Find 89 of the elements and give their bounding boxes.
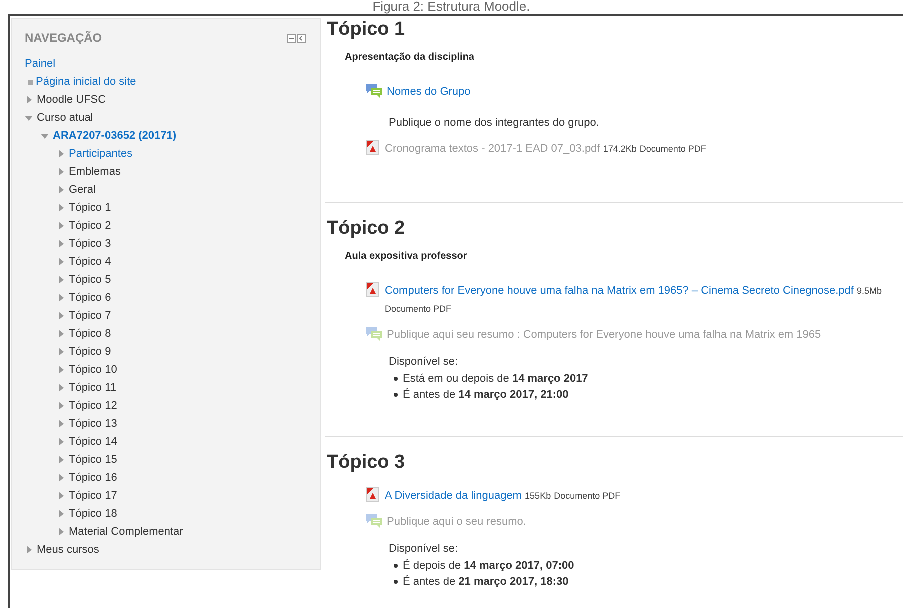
caret-right-icon[interactable]	[57, 204, 65, 212]
file-size: 155Kb	[525, 491, 552, 501]
caret-right-icon[interactable]	[57, 168, 65, 176]
section-summary: Aula expositiva professor	[344, 250, 468, 264]
caret-right-icon[interactable]	[57, 528, 65, 536]
nav-item[interactable]: Tópico 2	[69, 218, 112, 234]
caret-right-icon[interactable]	[57, 348, 65, 356]
caret-right-icon[interactable]	[57, 456, 65, 464]
caret-right-icon[interactable]	[57, 366, 65, 374]
nav-item[interactable]: Tópico 4	[69, 254, 112, 270]
caret-right-icon[interactable]	[57, 294, 65, 302]
availability-heading: Disponível se:	[389, 542, 460, 557]
figure-caption: Figura 2: Estrutura Moodle.	[372, 0, 530, 14]
nav-item[interactable]: Material Complementar	[69, 524, 184, 540]
caret-right-icon[interactable]	[25, 546, 33, 554]
nav-item[interactable]: Geral	[69, 182, 96, 198]
nav-item[interactable]: Meus cursos	[37, 542, 100, 558]
caret-right-icon[interactable]	[57, 402, 65, 410]
nav-item[interactable]: Tópico 8	[69, 326, 112, 342]
nav-item[interactable]: Tópico 6	[69, 290, 112, 306]
nav-item[interactable]: Tópico 14	[69, 434, 118, 450]
bullet-icon	[394, 376, 398, 381]
caret-right-icon[interactable]	[57, 510, 65, 518]
availability-condition: É antes de 14 março 2017, 21:00	[403, 388, 569, 403]
caret-right-icon[interactable]	[25, 96, 33, 104]
pdf-file-icon	[365, 282, 381, 298]
caret-right-icon[interactable]	[57, 330, 65, 338]
nav-link[interactable]: ARA7207-03652 (20171)	[53, 128, 177, 144]
bullet-icon	[394, 393, 398, 398]
caret-right-icon[interactable]	[57, 420, 65, 428]
block-title: NAVEGAÇÃO	[25, 30, 102, 47]
chat-bubbles-icon	[365, 83, 383, 99]
section-title: Tópico 2	[326, 217, 406, 241]
file-size: 174.2Kb	[603, 144, 637, 154]
nav-link[interactable]: Página inicial do site	[36, 74, 136, 90]
nav-item[interactable]: Moodle UFSC	[37, 92, 106, 108]
caret-down-icon[interactable]	[25, 114, 33, 122]
file-type: Documento PDF	[385, 304, 452, 314]
availability-condition: É antes de 21 março 2017, 18:30	[403, 574, 569, 590]
pdf-file-icon	[365, 140, 381, 156]
activity-link[interactable]: A Diversidade da linguagem	[385, 490, 522, 502]
caret-right-icon[interactable]	[57, 186, 65, 194]
nav-item[interactable]: Emblemas	[69, 164, 121, 180]
caret-right-icon[interactable]	[57, 258, 65, 266]
nav-item[interactable]: Tópico 5	[69, 272, 112, 288]
file-type: Documento PDF	[554, 491, 621, 501]
activity-link[interactable]: Nomes do Grupo	[387, 86, 471, 98]
nav-item[interactable]: Tópico 15	[69, 452, 118, 468]
nav-item[interactable]: Tópico 17	[69, 488, 118, 504]
caret-right-icon[interactable]	[57, 240, 65, 248]
caret-down-icon[interactable]	[41, 132, 49, 140]
bullet-icon	[394, 564, 398, 568]
section-summary: Apresentação da disciplina	[344, 51, 476, 65]
nav-item[interactable]: Curso atual	[37, 110, 94, 126]
nav-item[interactable]: Tópico 13	[69, 416, 118, 432]
file-size: 9.5Mb	[857, 286, 882, 296]
bullet-icon	[394, 580, 398, 584]
nav-item[interactable]: Tópico 1	[69, 200, 112, 216]
caret-right-icon[interactable]	[57, 150, 65, 158]
nav-item[interactable]: Tópico 10	[69, 362, 118, 378]
caret-right-icon[interactable]	[57, 276, 65, 284]
file-type: Documento PDF	[640, 144, 706, 154]
section-title: Tópico 3	[326, 451, 406, 475]
nav-item[interactable]: Tópico 11	[69, 380, 116, 396]
nav-item[interactable]: Tópico 3	[69, 236, 112, 252]
caret-right-icon[interactable]	[57, 312, 65, 320]
nav-item[interactable]: Tópico 12	[69, 398, 118, 414]
pdf-file-icon	[365, 487, 381, 503]
nav-link[interactable]: Painel	[25, 56, 56, 72]
chat-bubbles-icon	[365, 326, 383, 342]
nav-item[interactable]: Tópico 7	[69, 308, 112, 324]
availability-condition: Está em ou depois de 14 março 2017	[403, 372, 588, 386]
caret-right-icon[interactable]	[57, 384, 65, 392]
availability-condition: É depois de 14 março 2017, 07:00	[403, 558, 574, 574]
caret-right-icon[interactable]	[57, 222, 65, 230]
availability-heading: Disponível se:	[389, 355, 460, 370]
activity-description: Publique o nome dos integrantes do grupo.	[388, 116, 600, 131]
nav-link[interactable]: Participantes	[69, 146, 133, 162]
caret-right-icon[interactable]	[57, 492, 65, 500]
nav-item[interactable]: Tópico 9	[69, 344, 112, 360]
caret-right-icon[interactable]	[57, 438, 65, 446]
block-controls-icon[interactable]	[287, 34, 307, 42]
chat-bubbles-icon	[365, 513, 383, 529]
activity-link[interactable]: Computers for Everyone houve uma falha na Matrix em 1965? – Cinema Secreto Cinegnose.pdf	[385, 285, 854, 297]
bullet-icon	[28, 80, 33, 84]
nav-item[interactable]: Tópico 16	[69, 470, 118, 486]
caret-right-icon[interactable]	[57, 474, 65, 482]
nav-item[interactable]: Tópico 18	[69, 506, 118, 522]
section-title: Tópico 1	[326, 18, 406, 42]
